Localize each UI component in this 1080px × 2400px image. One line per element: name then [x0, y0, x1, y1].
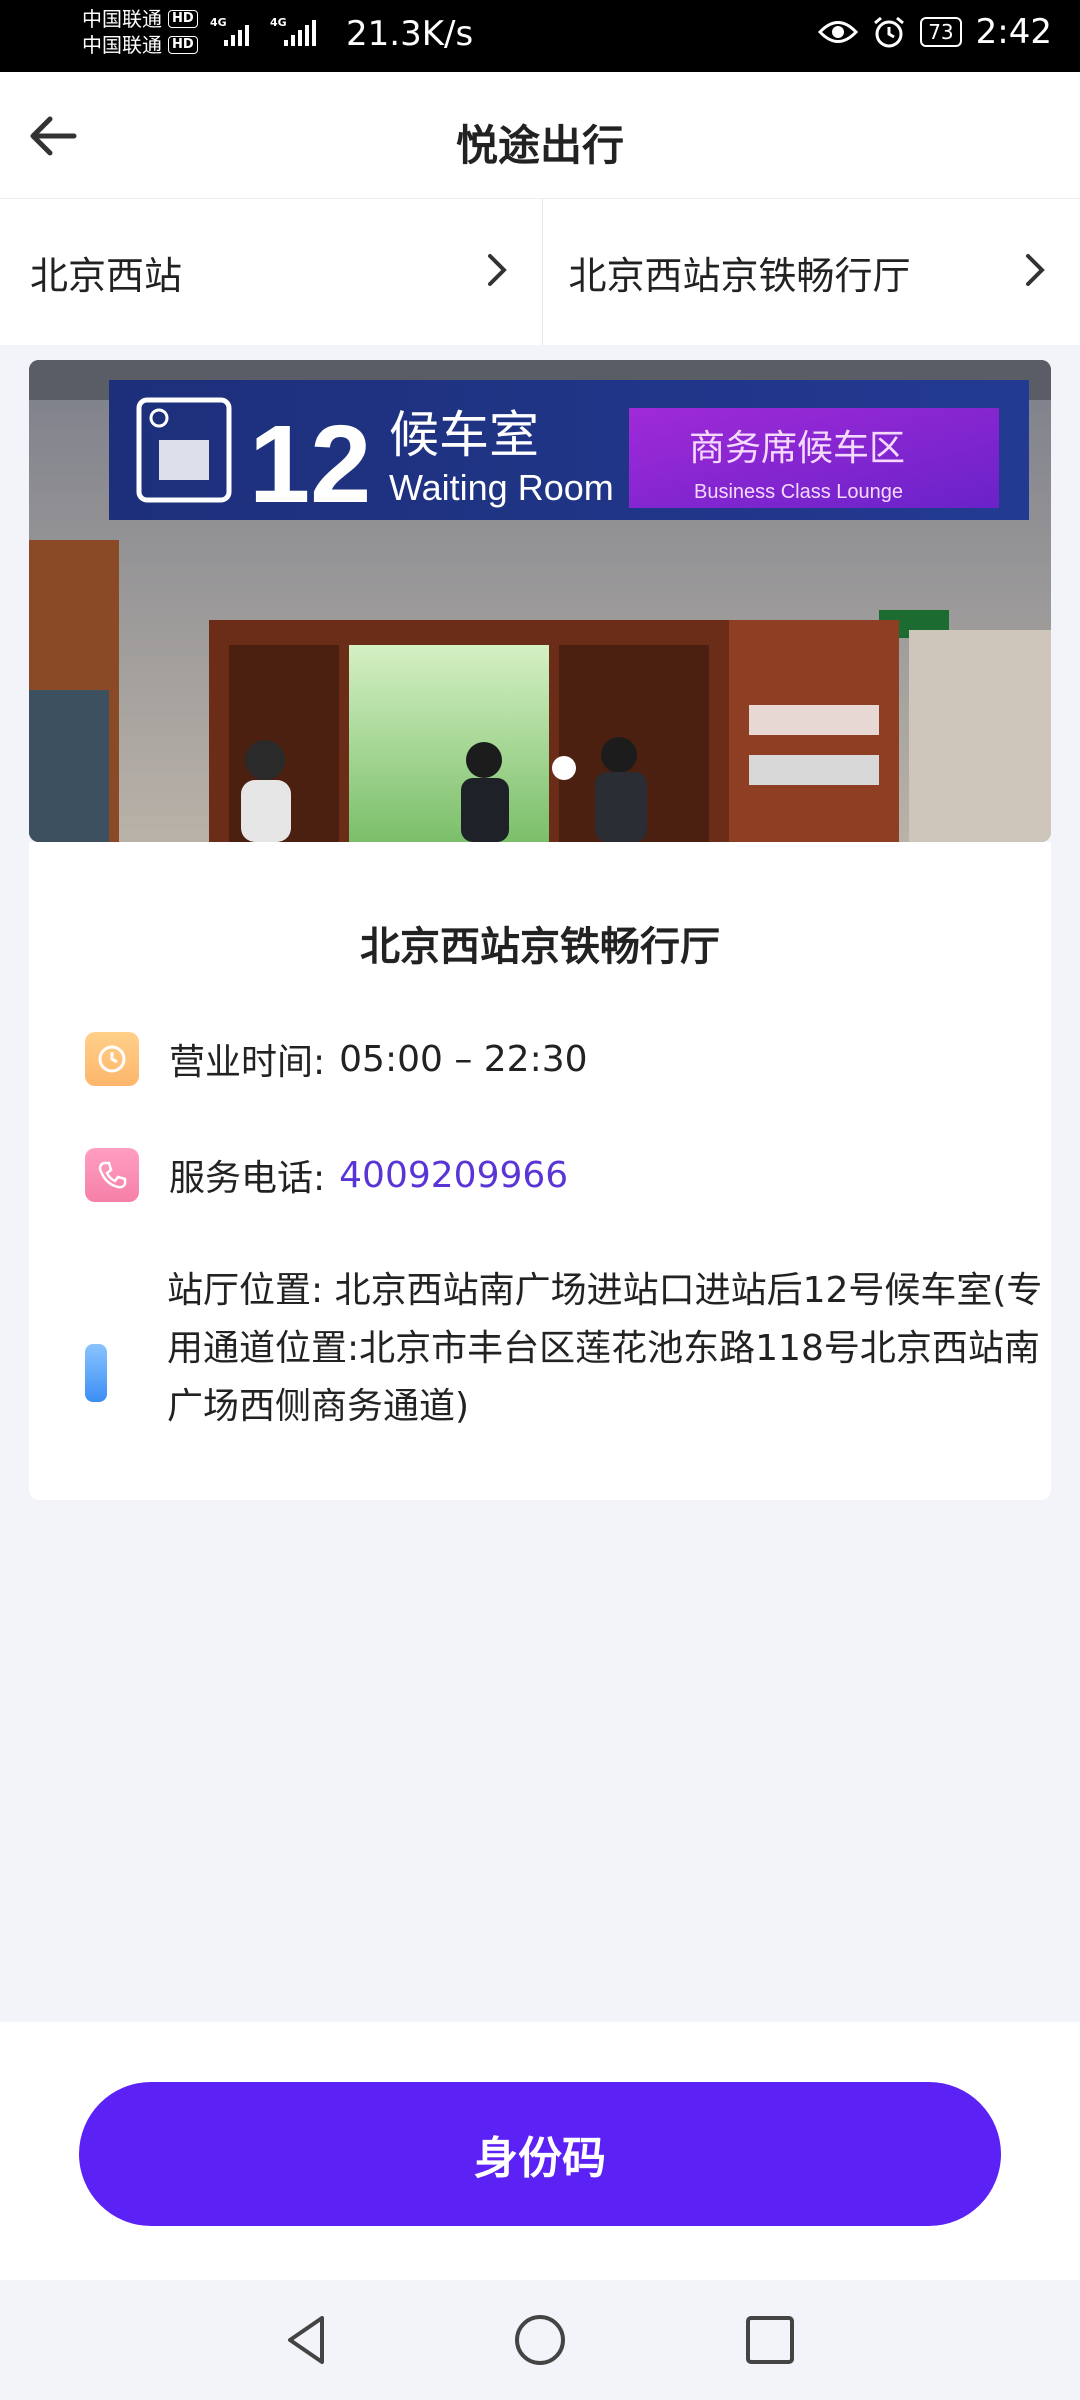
battery-icon: 73	[920, 17, 962, 47]
clock-icon	[85, 1032, 139, 1086]
tab-station-label: 北京西站	[30, 253, 183, 298]
lounge-photo-carousel[interactable]: 12 候车室 Waiting Room 商务席候车区 Business Clas…	[29, 360, 1051, 842]
page-title: 悦途出行	[455, 121, 624, 170]
hd-badge: HD	[168, 10, 198, 28]
signal-icon: 4G	[210, 16, 256, 50]
eye-icon	[818, 21, 859, 43]
system-nav-bar	[0, 2280, 1080, 2400]
phone-icon	[85, 1148, 139, 1202]
lounge-info-card: 北京西站京铁畅行厅 营业时间: 05:00 – 22:30 服务电话: 4009…	[29, 842, 1051, 1500]
bottom-action-bar: 身份码	[0, 2022, 1080, 2280]
home-circle-icon[interactable]	[510, 2310, 570, 2370]
led-en: Business Class Lounge	[694, 481, 903, 503]
hours-row: 营业时间: 05:00 – 22:30	[85, 1032, 588, 1086]
hours-label: 营业时间:	[169, 1042, 326, 1083]
recents-square-icon[interactable]	[740, 2310, 800, 2370]
carousel-indicator[interactable]	[552, 756, 576, 780]
sign-en: Waiting Room	[389, 467, 614, 508]
phone-row: 服务电话: 4009209966	[85, 1148, 568, 1202]
lounge-photo: 12 候车室 Waiting Room 商务席候车区 Business Clas…	[29, 360, 1051, 842]
tab-lounge-label: 北京西站京铁畅行厅	[568, 253, 911, 298]
carrier-1: 中国联通	[82, 7, 162, 31]
tab-lounge[interactable]: 北京西站京铁畅行厅	[541, 199, 1080, 345]
chevron-right-icon	[1026, 254, 1045, 286]
signal-icon: 4G	[270, 16, 316, 50]
hd-badge: HD	[168, 36, 198, 54]
address-text: 站厅位置: 北京西站南广场进站口进站后12号候车室(专用通道位置:北京市丰台区莲…	[167, 1270, 1043, 1427]
network-speed: 21.3K/s	[346, 14, 474, 54]
location-pin-icon	[85, 1344, 107, 1402]
sign-cn: 候车室	[389, 406, 539, 464]
status-bar: 中国联通 HD 中国联通 HD 4G 4G 21.3K/s 73 2:42	[0, 0, 1080, 72]
phone-label: 服务电话:	[169, 1158, 326, 1199]
carrier-2: 中国联通	[82, 33, 162, 57]
phone-number-link[interactable]: 4009209966	[339, 1155, 568, 1196]
signal-icons: 4G 4G	[210, 16, 316, 50]
alarm-icon	[874, 16, 905, 48]
breadcrumb: 北京西站 北京西站京铁畅行厅	[0, 198, 1080, 345]
back-triangle-icon[interactable]	[278, 2310, 338, 2370]
carrier-info: 中国联通 HD 中国联通 HD	[82, 6, 198, 58]
led-cn: 商务席候车区	[689, 428, 905, 469]
id-code-button[interactable]: 身份码	[79, 2082, 1001, 2226]
chevron-right-icon	[487, 254, 507, 286]
clock-time: 2:42	[975, 12, 1052, 52]
tab-station[interactable]: 北京西站	[0, 199, 542, 345]
sign-number: 12	[249, 403, 371, 526]
lounge-name: 北京西站京铁畅行厅	[360, 924, 720, 970]
hours-value: 05:00 – 22:30	[339, 1038, 588, 1080]
app-header: 悦途出行	[0, 72, 1080, 198]
